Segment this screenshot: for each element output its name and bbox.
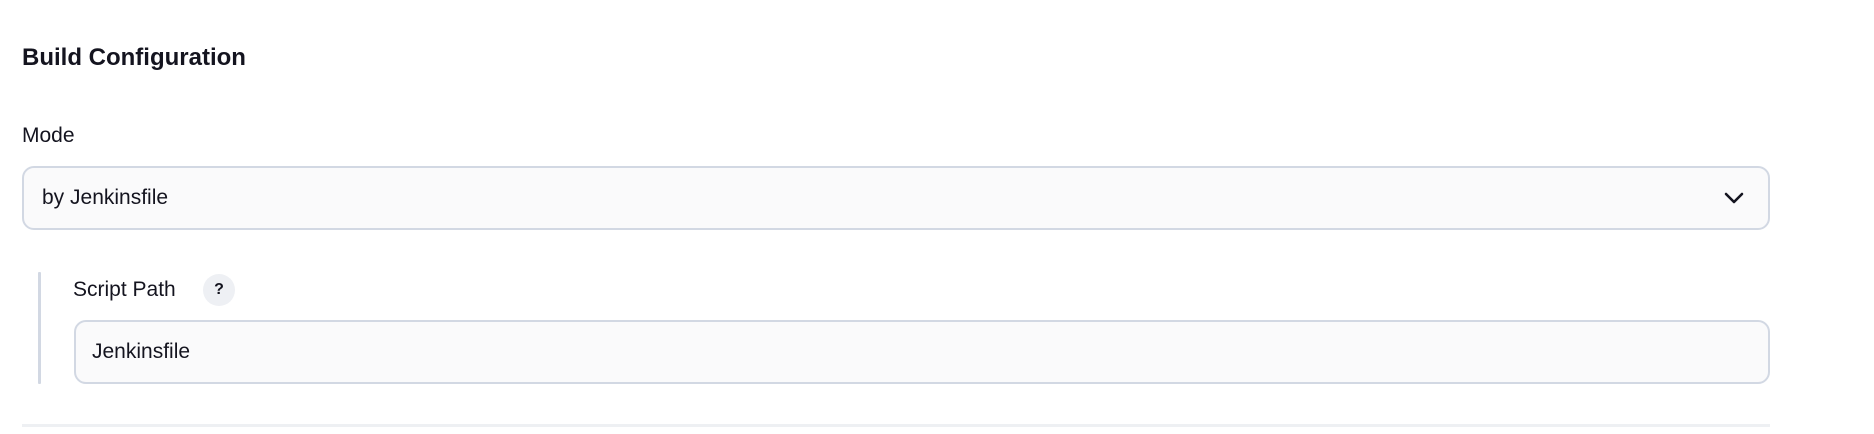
- mode-select[interactable]: by Jenkinsfile: [22, 166, 1770, 230]
- nested-indent-bar: [38, 272, 41, 384]
- script-path-group: Script Path ?: [38, 272, 1770, 384]
- mode-select-value: by Jenkinsfile: [42, 186, 169, 209]
- script-path-input[interactable]: [74, 320, 1770, 384]
- section-title: Build Configuration: [22, 44, 246, 71]
- mode-label: Mode: [22, 124, 75, 147]
- chevron-down-icon: [1724, 192, 1744, 204]
- script-path-label: Script Path: [73, 278, 176, 301]
- help-button[interactable]: ?: [203, 274, 235, 306]
- build-configuration-section: Build Configuration Mode by Jenkinsfile …: [22, 0, 1772, 434]
- section-divider: [22, 424, 1770, 427]
